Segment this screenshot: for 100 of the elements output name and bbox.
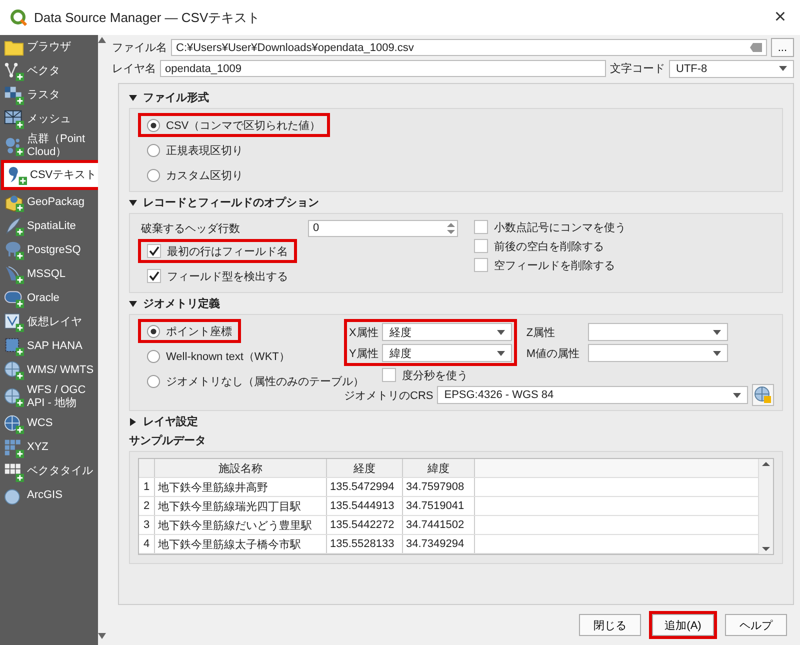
- radio-button[interactable]: [147, 350, 160, 362]
- radio-label: カスタム区切り: [166, 168, 243, 182]
- field-label: ジオメトリのCRS: [344, 388, 434, 402]
- m-field-dropdown[interactable]: [588, 344, 728, 362]
- dropdown-arrow-icon: [713, 350, 722, 356]
- row-number: 4: [139, 535, 155, 553]
- sidebar-item[interactable]: 点群（Point Cloud）: [1, 131, 98, 160]
- radio-button[interactable]: [147, 168, 160, 182]
- sidebar-item[interactable]: WFS / OGC API - 地物: [1, 382, 98, 412]
- x-field-dropdown[interactable]: 経度: [382, 323, 512, 341]
- section-title[interactable]: レイヤ設定: [143, 414, 198, 429]
- field-label: 破棄するヘッダ行数: [141, 222, 240, 236]
- table-cell: 135.5528133: [327, 535, 403, 553]
- window-title: Data Source Manager — CSVテキスト: [34, 8, 262, 26]
- sidebar-item[interactable]: ArcGIS: [1, 484, 98, 508]
- radio-button[interactable]: [147, 374, 160, 388]
- field-label: Z属性: [526, 326, 556, 340]
- z-field-dropdown[interactable]: [588, 323, 728, 341]
- sidebar-item[interactable]: メッシュ: [1, 107, 98, 131]
- dropdown-arrow-icon: [497, 350, 506, 356]
- checkbox[interactable]: [382, 368, 396, 382]
- section-title[interactable]: ファイル形式: [143, 90, 209, 105]
- field-label: Y属性: [349, 346, 378, 360]
- caret-icon[interactable]: [129, 418, 137, 426]
- section-title[interactable]: レコードとフィールドのオプション: [143, 195, 319, 210]
- sidebar-item[interactable]: 仮想レイヤ: [1, 310, 98, 334]
- grid-icon: [4, 438, 24, 458]
- package-icon: [4, 192, 24, 212]
- sidebar-item[interactable]: SpatiaLite: [1, 214, 98, 238]
- caret-icon[interactable]: [129, 300, 137, 308]
- sidebar-item[interactable]: ベクタ: [1, 59, 98, 83]
- table-cell: 135.5472994: [327, 478, 403, 496]
- section-title: サンプルデータ: [129, 434, 207, 449]
- sidebar-item[interactable]: SAP HANA: [1, 334, 98, 358]
- checkbox-label: フィールド型を検出する: [167, 270, 288, 284]
- radio-button[interactable]: [147, 324, 160, 338]
- row-number: 2: [139, 497, 155, 515]
- radio-button[interactable]: [147, 144, 160, 156]
- sidebar-item[interactable]: ベクタタイル: [1, 460, 98, 484]
- caret-icon[interactable]: [129, 198, 137, 206]
- radio-label: 正規表現区切り: [166, 144, 243, 158]
- radio-button[interactable]: [147, 118, 160, 132]
- ellipse-icon: [4, 288, 24, 308]
- table-cell: 135.5444913: [327, 497, 403, 515]
- caret-icon[interactable]: [129, 94, 137, 102]
- wave-icon: [4, 264, 24, 284]
- spin-field[interactable]: 0: [308, 220, 458, 236]
- checkbox[interactable]: [474, 239, 488, 253]
- sidebar-item[interactable]: GeoPackag: [1, 190, 98, 214]
- sidebar-item[interactable]: ラスタ: [1, 83, 98, 107]
- sidebar-item[interactable]: WCS: [1, 412, 98, 436]
- field-label: ファイル名: [112, 41, 167, 55]
- sidebar-item[interactable]: Oracle: [1, 286, 98, 310]
- layer-name-field[interactable]: opendata_1009: [160, 60, 606, 77]
- row-number: 1: [139, 478, 155, 496]
- checkbox-label: 空フィールドを削除する: [494, 258, 615, 272]
- file-path-field[interactable]: C:¥Users¥User¥Downloads¥opendata_1009.csv: [171, 39, 767, 56]
- scrollbar[interactable]: [758, 459, 773, 554]
- dialog-button[interactable]: ヘルプ: [725, 614, 787, 636]
- dots-icon: [4, 136, 24, 156]
- table-cell: 135.5442272: [327, 516, 403, 534]
- dropdown-arrow-icon: [713, 330, 722, 334]
- checkbox[interactable]: [474, 258, 488, 272]
- crs-dropdown[interactable]: EPSG:4326 - WGS 84: [437, 386, 748, 404]
- field-label: 文字コード: [610, 62, 665, 76]
- virtual-layer-icon: [4, 312, 24, 332]
- sidebar-item[interactable]: MSSQL: [1, 262, 98, 286]
- column-header[interactable]: 経度: [327, 459, 403, 477]
- column-header[interactable]: 施設名称: [155, 459, 327, 477]
- browse-button[interactable]: ...: [770, 38, 794, 57]
- table-cell: 地下鉄今里筋線だいどう豊里駅: [155, 516, 327, 534]
- feather-icon: [4, 216, 24, 236]
- field-label: X属性: [349, 326, 378, 340]
- dialog-button[interactable]: 閉じる: [579, 614, 641, 636]
- crs-select-button[interactable]: [752, 384, 774, 406]
- dropdown-arrow-icon: [779, 66, 787, 71]
- checkbox[interactable]: [147, 269, 161, 283]
- dropdown-arrow-icon: [733, 392, 741, 398]
- checker-icon: [4, 85, 24, 105]
- sidebar-item[interactable]: WMS/ WMTS: [1, 358, 98, 382]
- sidebar-item[interactable]: XYZ: [1, 436, 98, 460]
- table-cell: 地下鉄今里筋線太子橋今市駅: [155, 535, 327, 553]
- field-label: レイヤ名: [112, 62, 156, 76]
- dropdown-arrow-icon: [497, 330, 506, 334]
- checkbox-label: 最初の行はフィールド名: [167, 244, 288, 258]
- radio-label: ポイント座標: [166, 324, 232, 338]
- radio-label: CSV（コンマで区切られた値）: [166, 118, 321, 132]
- y-field-dropdown[interactable]: 緯度: [382, 344, 512, 362]
- app-logo-icon: [10, 8, 28, 26]
- close-button[interactable]: ×: [770, 6, 790, 29]
- spin-arrows-icon: [447, 222, 455, 234]
- section-title[interactable]: ジオメトリ定義: [143, 296, 220, 311]
- sidebar-item[interactable]: ブラウザ: [1, 35, 98, 59]
- checkbox[interactable]: [147, 244, 161, 258]
- encoding-dropdown[interactable]: UTF-8: [669, 60, 794, 78]
- sidebar-item[interactable]: PostgreSQ: [1, 238, 98, 262]
- dialog-button[interactable]: 追加(A): [652, 614, 714, 636]
- radio-label: ジオメトリなし（属性のみのテーブル）: [166, 374, 364, 388]
- sidebar-item[interactable]: CSVテキスト: [4, 163, 98, 188]
- checkbox[interactable]: [474, 220, 488, 234]
